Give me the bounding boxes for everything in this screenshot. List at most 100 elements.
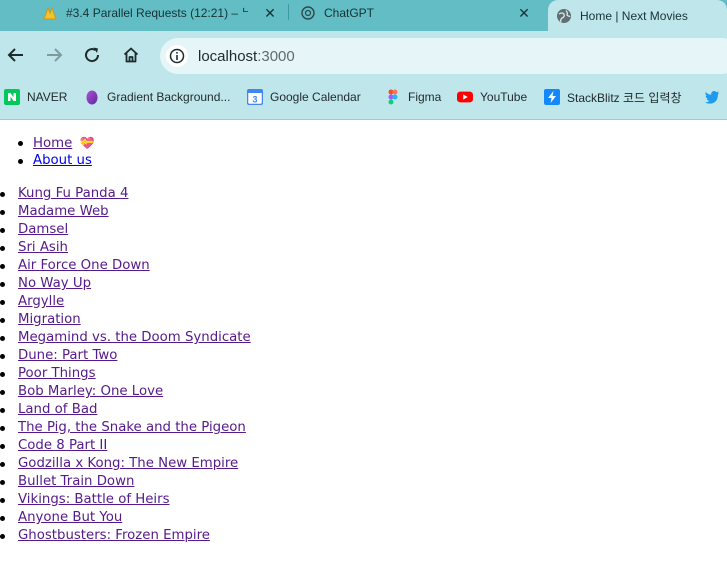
svg-text:3: 3 [252, 95, 257, 105]
bullet [0, 210, 5, 215]
nomad-coders-icon [42, 5, 58, 21]
bookmark-label: Figma [408, 90, 442, 104]
url-text: localhost:3000 [198, 48, 295, 65]
about-us-link[interactable]: About us [33, 153, 92, 168]
tab-strip: #3.4 Parallel Requests (12:21) – ᄂ ✕ Cha… [0, 0, 727, 31]
tab-chatgpt[interactable]: ChatGPT ✕ [300, 0, 532, 25]
bullet [0, 336, 5, 341]
movie-link[interactable]: The Pig, the Snake and the Pigeon [18, 420, 246, 435]
movie-list-item: Bob Marley: One Love [0, 383, 251, 401]
bullet [0, 408, 5, 413]
movie-list-item: Vikings: Battle of Heirs [0, 491, 251, 509]
heart-emoji-icon: 💝 [79, 136, 95, 150]
movie-link[interactable]: Bullet Train Down [18, 474, 134, 489]
movie-link[interactable]: Ghostbusters: Frozen Empire [18, 528, 210, 543]
movie-link[interactable]: Migration [18, 312, 81, 327]
nav-item-home: Home 💝 [0, 134, 94, 152]
bullet [18, 141, 23, 146]
youtube-icon [457, 89, 473, 105]
bookmark-figma[interactable]: Figma [385, 87, 441, 107]
bullet [0, 462, 5, 467]
forward-icon[interactable] [42, 43, 66, 67]
bullet [0, 192, 5, 197]
bookmark-label: NAVER [27, 90, 68, 104]
bookmark-twitter[interactable] [704, 87, 727, 107]
movie-link[interactable]: Argylle [18, 294, 64, 309]
movie-link[interactable]: Air Force One Down [18, 258, 150, 273]
page-content: Home 💝 About us Kung Fu Panda 4 Madame We… [0, 120, 727, 578]
movie-link[interactable]: Land of Bad [18, 402, 97, 417]
movie-link[interactable]: No Way Up [18, 276, 91, 291]
close-icon[interactable]: ✕ [516, 5, 532, 21]
movie-link[interactable]: Bob Marley: One Love [18, 384, 163, 399]
bookmark-label: YouTube [480, 90, 528, 104]
movie-list-item: Air Force One Down [0, 257, 251, 275]
movie-list-item: Argylle [0, 293, 251, 311]
close-icon[interactable]: ✕ [262, 5, 278, 21]
bookmarks-bar: NAVER Gradient Background... 3 Google Ca… [0, 83, 727, 111]
naver-icon [4, 89, 20, 105]
bullet [0, 264, 5, 269]
bullet [0, 516, 5, 521]
bookmark-gradient-background[interactable]: Gradient Background... [84, 87, 230, 107]
movie-link[interactable]: Poor Things [18, 366, 96, 381]
toolbar: localhost:3000 [0, 31, 727, 83]
bookmark-stackblitz[interactable]: StackBlitz 코드 입력창 [544, 87, 682, 107]
bullet [0, 354, 5, 359]
movie-list-item: Megamind vs. the Doom Syndicate [0, 329, 251, 347]
twitter-icon [704, 89, 720, 105]
tab-title: #3.4 Parallel Requests (12:21) – ᄂ [66, 6, 248, 20]
movie-list-item: Bullet Train Down [0, 473, 251, 491]
movie-list: Kung Fu Panda 4 Madame Web Damsel Sri Asih A… [0, 185, 251, 545]
site-info-icon[interactable] [166, 45, 188, 67]
movie-list-item: Madame Web [0, 203, 251, 221]
tab-parallel-requests[interactable]: #3.4 Parallel Requests (12:21) – ᄂ ✕ [42, 0, 278, 25]
movie-list-item: Godzilla x Kong: The New Empire [0, 455, 251, 473]
bullet [0, 534, 5, 539]
movie-list-item: Ghostbusters: Frozen Empire [0, 527, 251, 545]
movie-list-item: Migration [0, 311, 251, 329]
reload-icon[interactable] [80, 43, 104, 67]
movie-list-item: Anyone But You [0, 509, 251, 527]
movie-link[interactable]: Godzilla x Kong: The New Empire [18, 456, 238, 471]
site-navigation: Home 💝 About us [0, 134, 94, 170]
movie-link[interactable]: Dune: Part Two [18, 348, 117, 363]
movie-list-item: No Way Up [0, 275, 251, 293]
gradient-icon [84, 89, 100, 105]
url-host: localhost [198, 47, 258, 65]
bullet [18, 159, 23, 164]
movie-link[interactable]: Megamind vs. the Doom Syndicate [18, 330, 251, 345]
bookmark-naver[interactable]: NAVER [4, 87, 67, 107]
address-bar[interactable]: localhost:3000 [160, 38, 727, 74]
chatgpt-icon [300, 5, 316, 21]
back-icon[interactable] [4, 43, 28, 67]
browser-chrome: #3.4 Parallel Requests (12:21) – ᄂ ✕ Cha… [0, 0, 727, 120]
bullet [0, 426, 5, 431]
movie-link[interactable]: Anyone But You [18, 510, 122, 525]
movie-link[interactable]: Madame Web [18, 204, 109, 219]
home-icon[interactable] [119, 43, 143, 67]
bullet [0, 246, 5, 251]
movie-list-item: Sri Asih [0, 239, 251, 257]
movie-link[interactable]: Vikings: Battle of Heirs [18, 492, 170, 507]
bookmark-google-calendar[interactable]: 3 Google Calendar [247, 87, 361, 107]
calendar-icon: 3 [247, 89, 263, 105]
tab-title: Home | Next Movies [580, 8, 688, 23]
nav-item-about: About us [0, 152, 94, 170]
movie-list-item: Poor Things [0, 365, 251, 383]
movie-list-item: Kung Fu Panda 4 [0, 185, 251, 203]
bookmark-label: Gradient Background... [107, 90, 231, 104]
movie-link[interactable]: Code 8 Part II [18, 438, 107, 453]
movie-link[interactable]: Sri Asih [18, 240, 68, 255]
bookmark-youtube[interactable]: YouTube [457, 87, 527, 107]
movie-list-item: Land of Bad [0, 401, 251, 419]
tab-home-next-movies[interactable]: Home | Next Movies [548, 0, 727, 31]
movie-link[interactable]: Kung Fu Panda 4 [18, 186, 128, 201]
bullet [0, 318, 5, 323]
movie-link[interactable]: Damsel [18, 222, 68, 237]
bookmark-label: StackBlitz 코드 입력창 [567, 90, 682, 105]
tab-title: ChatGPT [324, 5, 375, 20]
home-link[interactable]: Home [33, 136, 72, 151]
bullet [0, 300, 5, 305]
bullet [0, 228, 5, 233]
